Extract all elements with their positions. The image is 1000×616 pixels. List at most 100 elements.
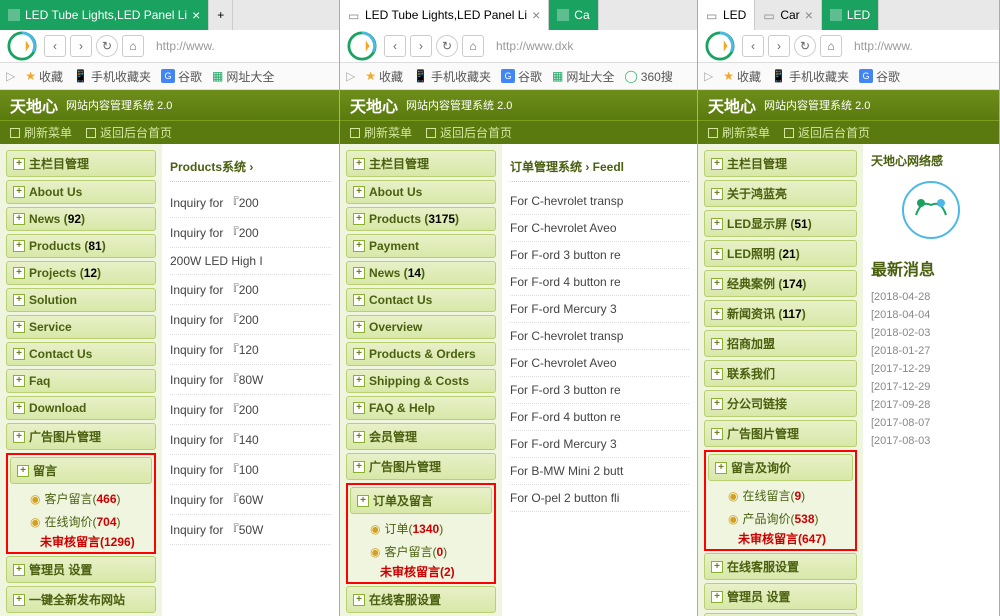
menu-item[interactable]: +Contact Us [6,342,156,366]
unreviewed-count[interactable]: 未审核留言(647) [708,530,853,547]
browser-tab[interactable]: + [209,0,233,30]
news-date[interactable]: [2017-12-29 [871,378,991,396]
list-row[interactable]: Inquiry for 『200 [170,395,331,425]
menu-item[interactable]: +Shipping & Costs [346,369,496,393]
header-link[interactable]: 刷新菜单 [350,124,412,141]
home-button[interactable]: ⌂ [122,35,144,57]
menu-item[interactable]: +留言及询价 [708,454,853,481]
unreviewed-count[interactable]: 未审核留言(1296) [10,533,152,550]
bookmark-item[interactable]: G谷歌 [161,68,202,85]
bookmark-item[interactable]: ★收藏 [723,68,761,85]
bookmark-item[interactable]: ▦网址大全 [552,68,614,85]
list-row[interactable]: For F-ord 4 button re [510,269,689,296]
home-button[interactable]: ⌂ [820,35,842,57]
menu-item[interactable]: +联系我们 [704,360,857,387]
back-button[interactable]: ‹ [742,35,764,57]
reload-button[interactable]: ↻ [794,35,816,57]
menu-item[interactable]: +Download [6,396,156,420]
menu-item[interactable]: +管理员 设置 [704,583,857,610]
list-row[interactable]: Inquiry for 『120 [170,335,331,365]
menu-item[interactable]: +一键全新发布网站 [6,586,156,613]
forward-button[interactable]: › [410,35,432,57]
list-row[interactable]: Inquiry for 『60W [170,485,331,515]
menu-item[interactable]: +Service [6,315,156,339]
menu-item[interactable]: +News (92) [6,207,156,231]
list-row[interactable]: Inquiry for 『200 [170,305,331,335]
sub-menu-item[interactable]: ◉在线询价(704) [10,510,152,533]
menu-item[interactable]: +在线客服设置 [704,553,857,580]
list-row[interactable]: For B-MW Mini 2 butt [510,458,689,485]
sub-menu-item[interactable]: ◉客户留言(466) [10,487,152,510]
browser-tab[interactable]: ▭LED [698,0,755,30]
bookmark-item[interactable]: ◯360搜 [624,68,672,85]
menu-item[interactable]: +留言 [10,457,152,484]
browser-tab[interactable]: ▭LED Tube Lights,LED Panel Li× [340,0,549,30]
bookmark-item[interactable]: 📱手机收藏夹 [413,68,491,85]
url-text[interactable]: http://www. [846,39,995,53]
close-icon[interactable]: × [192,7,200,23]
list-row[interactable]: Inquiry for 『80W [170,365,331,395]
list-row[interactable]: For O-pel 2 button fli [510,485,689,512]
menu-item[interactable]: +关于鸿蓝亮 [704,180,857,207]
menu-item[interactable]: +在线客服设置 [346,586,496,613]
menu-item[interactable]: +Overview [346,315,496,339]
list-row[interactable]: 200W LED High I [170,248,331,275]
back-button[interactable]: ‹ [384,35,406,57]
menu-item[interactable]: +管理员 设置 [6,556,156,583]
list-row[interactable]: Inquiry for 『140 [170,425,331,455]
menu-item[interactable]: +About Us [346,180,496,204]
news-date[interactable]: [2017-09-28 [871,396,991,414]
menu-item[interactable]: +LED显示屏 (51) [704,210,857,237]
list-row[interactable]: For C-hevrolet transp [510,188,689,215]
menu-item[interactable]: +主栏目管理 [346,150,496,177]
header-link[interactable]: 返回后台首页 [784,124,870,141]
bookmark-item[interactable]: 📱手机收藏夹 [73,68,151,85]
browser-tab[interactable]: LED [822,0,879,30]
list-row[interactable]: For F-ord 3 button re [510,377,689,404]
bookmark-item[interactable]: ▦网址大全 [212,68,274,85]
list-row[interactable]: Inquiry for 『50W [170,515,331,545]
menu-item[interactable]: +订单及留言 [350,487,492,514]
menu-item[interactable]: +招商加盟 [704,330,857,357]
list-row[interactable]: For F-ord Mercury 3 [510,431,689,458]
list-row[interactable]: Inquiry for 『200 [170,275,331,305]
bookmark-item[interactable]: G谷歌 [859,68,900,85]
sub-menu-item[interactable]: ◉产品询价(538) [708,507,853,530]
reload-button[interactable]: ↻ [436,35,458,57]
bookmark-item[interactable]: ★收藏 [25,68,63,85]
news-date[interactable]: [2017-08-07 [871,414,991,432]
sub-menu-item[interactable]: ◉客户留言(0) [350,540,492,563]
list-row[interactable]: For C-hevrolet Aveo [510,350,689,377]
bookmark-item[interactable]: 📱手机收藏夹 [771,68,849,85]
menu-item[interactable]: +主栏目管理 [6,150,156,177]
menu-item[interactable]: +Products & Orders [346,342,496,366]
header-link[interactable]: 返回后台首页 [426,124,512,141]
close-icon[interactable]: × [532,7,540,23]
menu-item[interactable]: +Contact Us [346,288,496,312]
header-link[interactable]: 返回后台首页 [86,124,172,141]
list-row[interactable]: For F-ord 4 button re [510,404,689,431]
menu-item[interactable]: +新闻资讯 (117) [704,300,857,327]
menu-item[interactable]: +About Us [6,180,156,204]
list-row[interactable]: For F-ord Mercury 3 [510,296,689,323]
menu-item[interactable]: +Products (3175) [346,207,496,231]
menu-item[interactable]: +主栏目管理 [704,150,857,177]
menu-item[interactable]: +广告图片管理 [346,453,496,480]
news-date[interactable]: [2017-12-29 [871,360,991,378]
menu-item[interactable]: +Payment [346,234,496,258]
menu-item[interactable]: +Projects (12) [6,261,156,285]
news-date[interactable]: [2018-04-28 [871,288,991,306]
sub-menu-item[interactable]: ◉在线留言(9) [708,484,853,507]
menu-item[interactable]: +News (14) [346,261,496,285]
unreviewed-count[interactable]: 未审核留言(2) [350,563,492,580]
url-text[interactable]: http://www.dxk [488,39,693,53]
forward-button[interactable]: › [768,35,790,57]
menu-item[interactable]: +Solution [6,288,156,312]
sub-menu-item[interactable]: ◉订单(1340) [350,517,492,540]
header-link[interactable]: 刷新菜单 [708,124,770,141]
list-row[interactable]: Inquiry for 『100 [170,455,331,485]
forward-button[interactable]: › [70,35,92,57]
menu-item[interactable]: +FAQ & Help [346,396,496,420]
browser-tab[interactable]: LED Tube Lights,LED Panel Li× [0,0,209,30]
list-row[interactable]: Inquiry for 『200 [170,188,331,218]
